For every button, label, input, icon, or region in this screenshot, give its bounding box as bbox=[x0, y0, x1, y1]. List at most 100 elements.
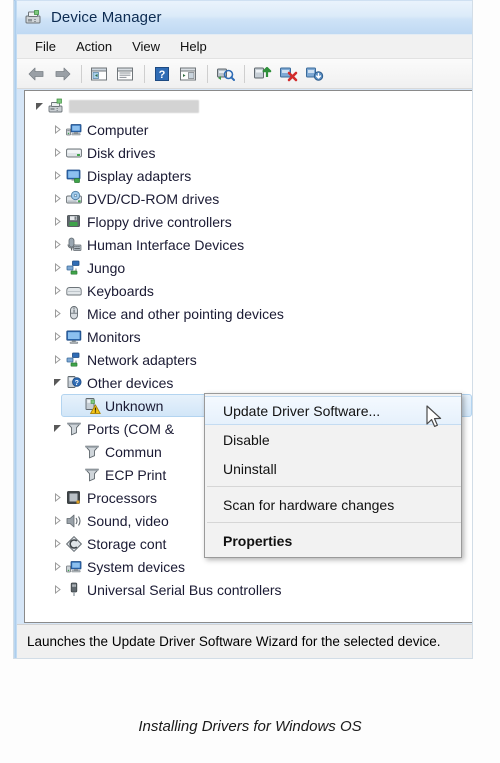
context-menu-item-update-driver-software[interactable]: Update Driver Software... bbox=[205, 396, 461, 425]
monitor-icon bbox=[65, 328, 83, 346]
menu-view[interactable]: View bbox=[122, 36, 170, 57]
sound-icon bbox=[65, 512, 83, 530]
tree-node-jungo[interactable]: Jungo bbox=[25, 256, 472, 279]
expander-collapsed-icon[interactable] bbox=[49, 141, 65, 164]
figure-container: Device Manager File Action View Help ? C… bbox=[0, 0, 500, 763]
tree-node-display-adapters[interactable]: Display adapters bbox=[25, 164, 472, 187]
tree-node-label: Processors bbox=[87, 489, 158, 506]
svg-text:?: ? bbox=[75, 380, 79, 387]
context-menu-separator bbox=[207, 522, 461, 523]
dvd-drive-icon bbox=[65, 190, 83, 208]
floppy-controller-icon bbox=[65, 213, 83, 231]
tree-node-label: Disk drives bbox=[87, 144, 156, 161]
context-menu-item-uninstall[interactable]: Uninstall bbox=[205, 454, 461, 483]
tree-node-label: Computer bbox=[87, 121, 149, 138]
help-icon[interactable]: ? bbox=[150, 62, 174, 86]
tree-node-label: Jungo bbox=[87, 259, 126, 276]
context-menu-item-scan-for-hardware-changes[interactable]: Scan for hardware changes bbox=[205, 490, 461, 519]
disk-drive-icon bbox=[65, 144, 83, 162]
device-manager-icon bbox=[24, 9, 42, 27]
status-bar-text: Launches the Update Driver Software Wiza… bbox=[27, 634, 441, 649]
title-bar: Device Manager bbox=[17, 1, 472, 34]
computer-root-icon bbox=[47, 98, 65, 116]
context-menu-item-properties[interactable]: Properties bbox=[205, 526, 461, 555]
expander-collapsed-icon[interactable] bbox=[49, 325, 65, 348]
tree-node-hid[interactable]: Human Interface Devices bbox=[25, 233, 472, 256]
expander-leaf bbox=[67, 394, 83, 417]
expander-collapsed-icon[interactable] bbox=[49, 279, 65, 302]
expander-collapsed-icon[interactable] bbox=[49, 532, 65, 555]
tree-node-label: Other devices bbox=[87, 374, 174, 391]
tree-node-label: Keyboards bbox=[87, 282, 154, 299]
tree-node-label: Universal Serial Bus controllers bbox=[87, 581, 282, 598]
tree-node-label: Floppy drive controllers bbox=[87, 213, 232, 230]
tree-node-keyboards[interactable]: Keyboards bbox=[25, 279, 472, 302]
properties-window-icon[interactable] bbox=[113, 62, 137, 86]
figure-caption: Installing Drivers for Windows OS bbox=[138, 718, 362, 735]
keyboard-icon bbox=[65, 282, 83, 300]
expander-collapsed-icon[interactable] bbox=[49, 578, 65, 601]
svg-text:?: ? bbox=[159, 69, 166, 81]
toolbar-separator bbox=[244, 64, 245, 83]
update-driver-icon[interactable] bbox=[250, 62, 274, 86]
expander-expanded-icon[interactable] bbox=[31, 95, 47, 118]
expander-collapsed-icon[interactable] bbox=[49, 555, 65, 578]
expander-expanded-icon[interactable] bbox=[49, 371, 65, 394]
tree-node-label: Commun bbox=[105, 443, 162, 460]
tree-node-label: Unknown bbox=[105, 397, 164, 414]
processor-icon bbox=[65, 489, 83, 507]
other-devices-icon: ? bbox=[65, 374, 83, 392]
show-hide-console-tree-icon[interactable] bbox=[87, 62, 111, 86]
context-menu-item-disable[interactable]: Disable bbox=[205, 425, 461, 454]
tree-node-dvd-drives[interactable]: DVD/CD-ROM drives bbox=[25, 187, 472, 210]
tree-node-monitors[interactable]: Monitors bbox=[25, 325, 472, 348]
expander-collapsed-icon[interactable] bbox=[49, 210, 65, 233]
tree-node-label: Monitors bbox=[87, 328, 141, 345]
expander-collapsed-icon[interactable] bbox=[49, 118, 65, 141]
expander-collapsed-icon[interactable] bbox=[49, 302, 65, 325]
system-device-icon bbox=[65, 558, 83, 576]
jungo-icon bbox=[65, 259, 83, 277]
uninstall-device-icon[interactable] bbox=[276, 62, 300, 86]
tree-node-label: Ports (COM & bbox=[87, 420, 175, 437]
tree-node-label: System devices bbox=[87, 558, 186, 575]
show-action-pane-icon[interactable] bbox=[176, 62, 200, 86]
expander-collapsed-icon[interactable] bbox=[49, 486, 65, 509]
expander-collapsed-icon[interactable] bbox=[49, 256, 65, 279]
tree-node-computer[interactable]: Computer bbox=[25, 118, 472, 141]
tree-node-floppy-controllers[interactable]: Floppy drive controllers bbox=[25, 210, 472, 233]
tree-node-system-devices[interactable]: System devices bbox=[25, 555, 472, 578]
context-menu[interactable]: Update Driver Software... Disable Uninst… bbox=[204, 393, 462, 558]
menu-bar: File Action View Help bbox=[17, 34, 472, 59]
tree-node-mice[interactable]: Mice and other pointing devices bbox=[25, 302, 472, 325]
tree-node-label: DVD/CD-ROM drives bbox=[87, 190, 220, 207]
device-manager-window: Device Manager File Action View Help ? C… bbox=[14, 0, 472, 658]
tree-node-network-adapters[interactable]: Network adapters bbox=[25, 348, 472, 371]
tree-node-label: Sound, video bbox=[87, 512, 169, 529]
disable-device-icon[interactable] bbox=[302, 62, 326, 86]
menu-file[interactable]: File bbox=[25, 36, 66, 57]
expander-collapsed-icon[interactable] bbox=[49, 164, 65, 187]
expander-leaf bbox=[67, 440, 83, 463]
hid-icon bbox=[65, 236, 83, 254]
expander-expanded-icon[interactable] bbox=[49, 417, 65, 440]
expander-collapsed-icon[interactable] bbox=[49, 348, 65, 371]
toolbar: ? bbox=[17, 59, 472, 89]
tree-node-other-devices[interactable]: ? Other devices bbox=[25, 371, 472, 394]
menu-action[interactable]: Action bbox=[66, 36, 122, 57]
menu-help[interactable]: Help bbox=[170, 36, 217, 57]
back-arrow-icon[interactable] bbox=[24, 62, 48, 86]
scan-hardware-changes-icon[interactable] bbox=[213, 62, 237, 86]
unknown-device-warning-icon bbox=[83, 397, 101, 415]
forward-arrow-icon[interactable] bbox=[50, 62, 74, 86]
expander-collapsed-icon[interactable] bbox=[49, 187, 65, 210]
tree-node-disk-drives[interactable]: Disk drives bbox=[25, 141, 472, 164]
tree-node-usb-controllers[interactable]: Universal Serial Bus controllers bbox=[25, 578, 472, 601]
mouse-icon bbox=[65, 305, 83, 323]
computer-icon bbox=[65, 121, 83, 139]
display-adapter-icon bbox=[65, 167, 83, 185]
expander-leaf bbox=[67, 463, 83, 486]
tree-node-root[interactable] bbox=[25, 95, 472, 118]
expander-collapsed-icon[interactable] bbox=[49, 509, 65, 532]
expander-collapsed-icon[interactable] bbox=[49, 233, 65, 256]
